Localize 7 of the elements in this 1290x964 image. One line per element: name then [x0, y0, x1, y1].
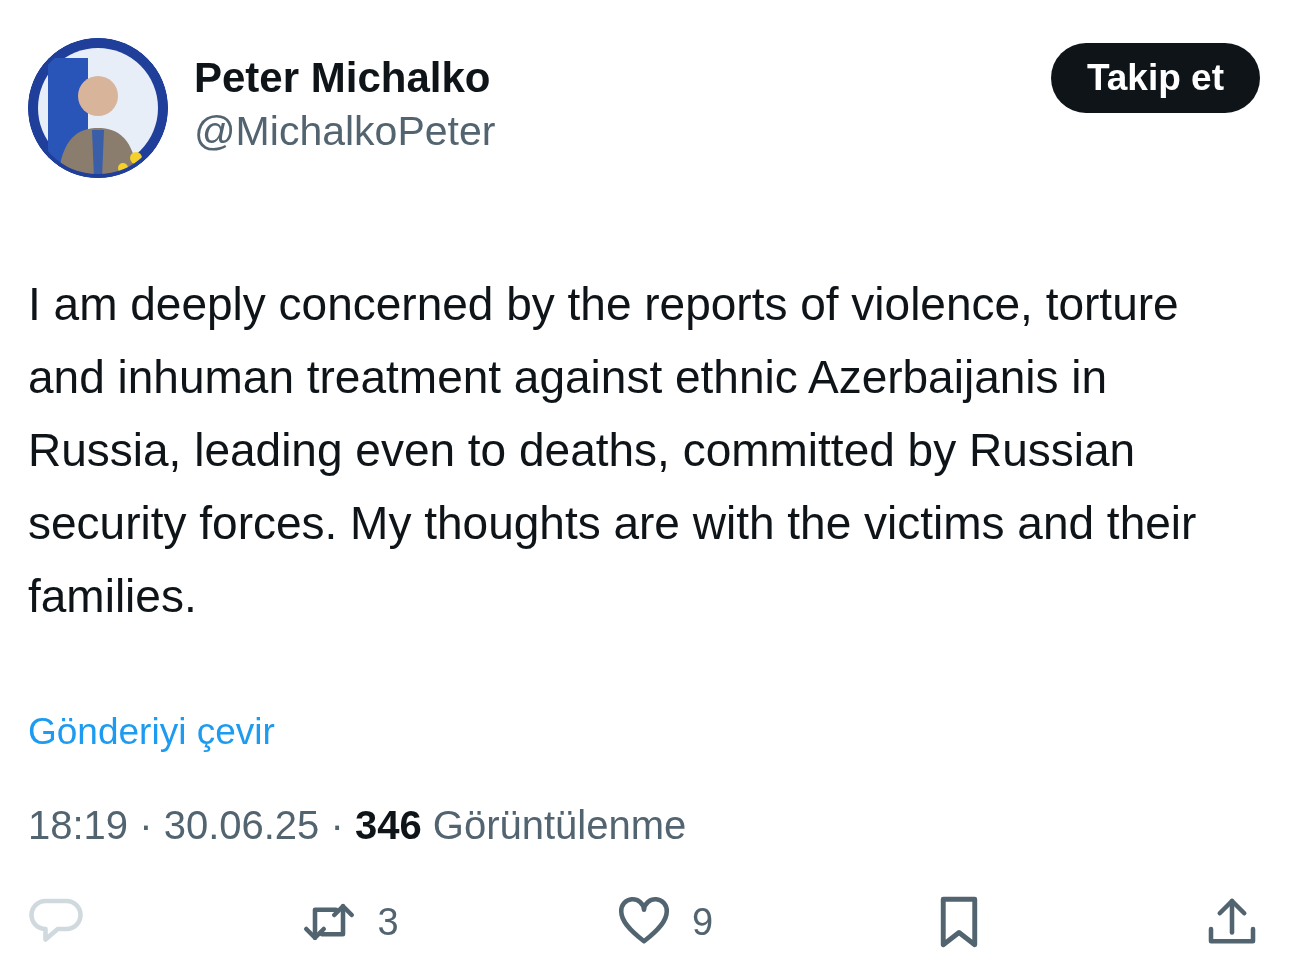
post-text: I am deeply concerned by the reports of violence, torture and inhuman treatment against ethnic Azerbaijanis in Russia, leading even to deaths, committed by Russian security forces. My thoughts are with the victims and their families.	[28, 277, 1198, 624]
follow-button[interactable]: Takip et	[1050, 43, 1260, 113]
retweet-count: 3	[377, 900, 399, 944]
user-name[interactable]: Peter Michalko	[194, 54, 1051, 102]
post-meta: 18:19 · 30.06.25 · 346 Görüntülenme	[28, 803, 688, 848]
like-count: 9	[692, 900, 714, 944]
user-handle[interactable]: @MichalkoPeter	[194, 108, 1051, 155]
